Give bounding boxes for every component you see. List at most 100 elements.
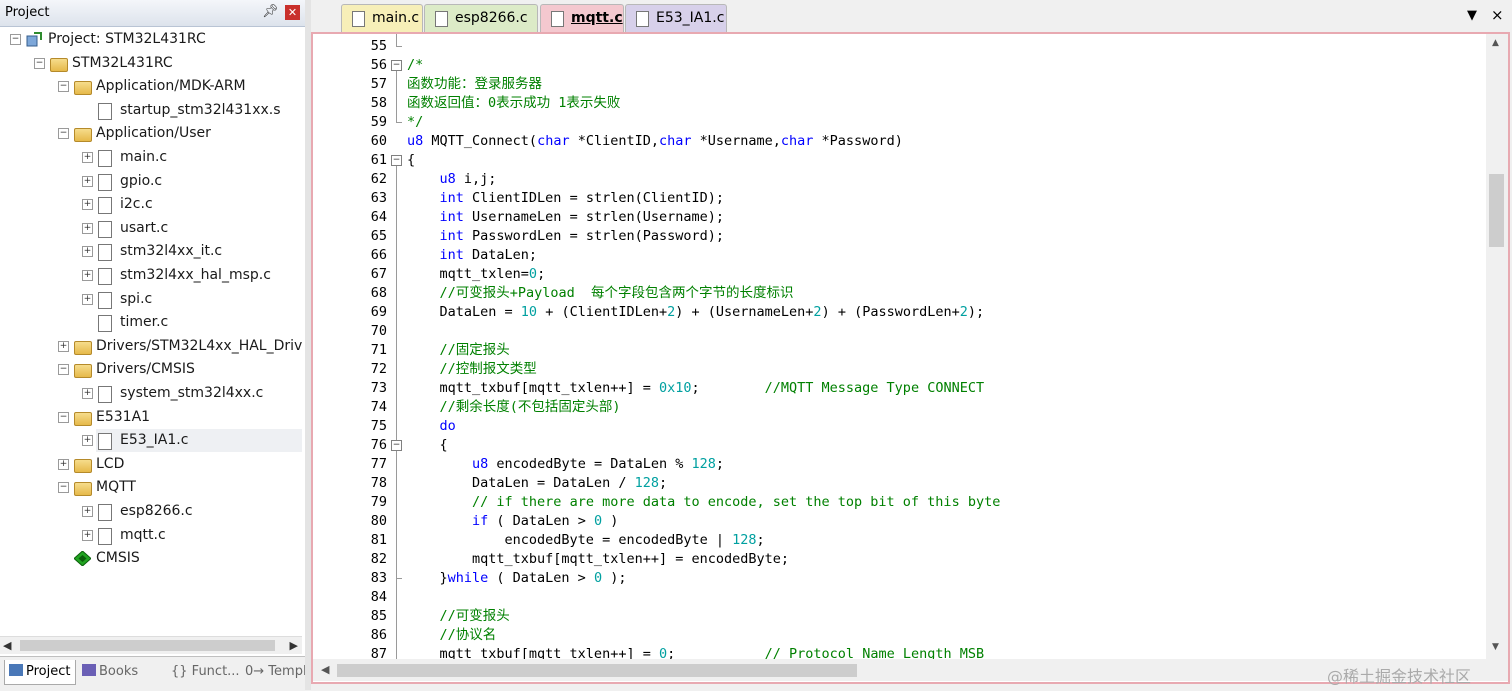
- editor-vertical-scrollbar[interactable]: ▲ ▼: [1486, 34, 1508, 659]
- code-line[interactable]: int DataLen;: [407, 246, 538, 265]
- expand-icon[interactable]: +: [82, 199, 93, 211]
- tab-e53-ia1-c[interactable]: E53_IA1.c: [625, 4, 727, 32]
- expand-icon[interactable]: +: [82, 435, 93, 447]
- code-line[interactable]: u8 MQTT_Connect(char *ClientID,char *Use…: [407, 132, 903, 151]
- expand-icon[interactable]: +: [58, 458, 69, 470]
- code-line[interactable]: {: [407, 151, 415, 170]
- tree-item-target[interactable]: − STM32L431RC: [0, 52, 302, 75]
- code-line[interactable]: //控制报文类型: [407, 360, 537, 379]
- collapse-icon[interactable]: −: [34, 57, 45, 69]
- fold-collapse-icon[interactable]: −: [391, 440, 402, 451]
- close-tab-icon[interactable]: ×: [1491, 6, 1504, 24]
- code-line[interactable]: //剩余长度(不包括固定头部): [407, 398, 621, 417]
- scrollbar-thumb[interactable]: [337, 664, 857, 677]
- tree-item-file[interactable]: timer.c: [0, 311, 302, 334]
- tree-item-file[interactable]: startup_stm32l431xx.s: [0, 99, 302, 122]
- code-line[interactable]: u8 encodedByte = DataLen % 128;: [407, 455, 724, 474]
- code-line[interactable]: /*: [407, 56, 423, 75]
- expand-icon[interactable]: +: [82, 222, 93, 234]
- expand-icon[interactable]: +: [82, 246, 93, 258]
- code-line[interactable]: //协议名: [407, 626, 497, 645]
- code-line[interactable]: 函数返回值：0表示成功 1表示失败: [407, 94, 620, 113]
- code-line[interactable]: //固定报头: [407, 341, 510, 360]
- tree-item-file[interactable]: + mqtt.c: [0, 524, 302, 547]
- pane-tab-books[interactable]: Books: [78, 660, 146, 684]
- collapse-icon[interactable]: −: [58, 411, 69, 423]
- code-line[interactable]: DataLen = 10 + (ClientIDLen+2) + (Userna…: [407, 303, 985, 322]
- tab-mqtt-c[interactable]: mqtt.c: [540, 4, 624, 32]
- collapse-icon[interactable]: −: [58, 81, 69, 93]
- pin-icon[interactable]: 📌︎: [262, 4, 279, 19]
- code-line[interactable]: do: [407, 417, 456, 436]
- code-line[interactable]: */: [407, 113, 423, 132]
- tree-item-project[interactable]: − Project: STM32L431RC: [0, 28, 302, 51]
- collapse-icon[interactable]: −: [10, 34, 21, 45]
- tab-main-c[interactable]: main.c: [341, 4, 423, 32]
- code-line[interactable]: DataLen = DataLen / 128;: [407, 474, 667, 493]
- tab-list-dropdown-icon[interactable]: ▼: [1467, 8, 1477, 23]
- code-line[interactable]: mqtt_txbuf[mqtt_txlen++] = 0; // Protoco…: [407, 645, 985, 659]
- code-line[interactable]: if ( DataLen > 0 ): [407, 512, 618, 531]
- expand-icon[interactable]: +: [82, 293, 93, 305]
- tree-item-component[interactable]: CMSIS: [0, 547, 302, 570]
- tree-item-folder[interactable]: − Application/User: [0, 122, 302, 145]
- scrollbar-thumb[interactable]: [20, 640, 275, 651]
- tree-item-file[interactable]: + main.c: [0, 146, 302, 169]
- expand-icon[interactable]: +: [82, 506, 93, 517]
- scroll-up-icon[interactable]: ▲: [1492, 38, 1499, 48]
- tree-item-folder[interactable]: − E531A1: [0, 406, 302, 429]
- tree-item-folder[interactable]: + Drivers/STM32L4xx_HAL_Driver: [0, 335, 302, 358]
- scroll-left-icon[interactable]: ◀: [321, 663, 329, 676]
- code-line[interactable]: mqtt_txbuf[mqtt_txlen++] = 0x10; //MQTT …: [407, 379, 985, 398]
- expand-icon[interactable]: +: [58, 340, 69, 352]
- code-line[interactable]: {: [407, 436, 448, 455]
- tree-item-folder[interactable]: − Application/MDK-ARM: [0, 75, 302, 98]
- tree-item-file[interactable]: + E53_IA1.c: [82, 429, 302, 453]
- tree-item-file[interactable]: + esp8266.c: [0, 500, 302, 523]
- code-line[interactable]: // if there are more data to encode, set…: [407, 493, 1000, 512]
- tree-item-folder[interactable]: − MQTT: [0, 476, 302, 499]
- collapse-icon[interactable]: −: [58, 128, 69, 140]
- scroll-left-icon[interactable]: ◀: [3, 639, 11, 652]
- code-line[interactable]: u8 i,j;: [407, 170, 497, 189]
- tree-item-folder[interactable]: + LCD: [0, 453, 302, 476]
- tree-item-file[interactable]: + spi.c: [0, 288, 302, 311]
- fold-collapse-icon[interactable]: −: [391, 60, 402, 71]
- expand-icon[interactable]: +: [82, 270, 93, 281]
- code-line[interactable]: 函数功能：登录服务器: [407, 75, 542, 94]
- project-tree-horizontal-scrollbar[interactable]: ◀ ▶: [0, 636, 302, 654]
- collapse-icon[interactable]: −: [58, 482, 69, 494]
- code-line[interactable]: }while ( DataLen > 0 );: [407, 569, 627, 588]
- pane-tab-functions[interactable]: {} Funct...: [150, 660, 240, 684]
- expand-icon[interactable]: +: [82, 529, 93, 541]
- scroll-right-icon[interactable]: ▶: [290, 639, 298, 652]
- tree-item-file[interactable]: + stm32l4xx_hal_msp.c: [0, 264, 302, 287]
- tree-item-file[interactable]: + gpio.c: [0, 170, 302, 193]
- expand-icon[interactable]: +: [82, 388, 93, 399]
- code-line[interactable]: int UsernameLen = strlen(Username);: [407, 208, 724, 227]
- scrollbar-thumb[interactable]: [1489, 174, 1504, 247]
- code-line[interactable]: //可变报头+Payload 每个字段包含两个字节的长度标识: [407, 284, 794, 303]
- code-line[interactable]: int PasswordLen = strlen(Password);: [407, 227, 724, 246]
- close-icon[interactable]: ✕: [285, 5, 300, 20]
- tree-item-file[interactable]: + system_stm32l4xx.c: [0, 382, 302, 405]
- tree-item-file[interactable]: + usart.c: [0, 217, 302, 240]
- code-line[interactable]: mqtt_txbuf[mqtt_txlen++] = encodedByte;: [407, 550, 789, 569]
- fold-collapse-icon[interactable]: −: [391, 155, 402, 166]
- code-line[interactable]: mqtt_txlen=0;: [407, 265, 546, 284]
- expand-icon[interactable]: +: [82, 175, 93, 187]
- collapse-icon[interactable]: −: [58, 364, 69, 376]
- code-line[interactable]: encodedByte = encodedByte | 128;: [407, 531, 765, 550]
- pane-tab-project[interactable]: Project: [4, 660, 76, 685]
- tree-item-folder[interactable]: − Drivers/CMSIS: [0, 358, 302, 381]
- scroll-down-icon[interactable]: ▼: [1492, 642, 1499, 652]
- tree-item-file[interactable]: + i2c.c: [0, 193, 302, 216]
- code-line[interactable]: int ClientIDLen = strlen(ClientID);: [407, 189, 724, 208]
- pane-tab-templates[interactable]: 0→ Templ...: [224, 660, 319, 684]
- editor-horizontal-scrollbar[interactable]: ◀ @稀土掘金技术社区: [313, 659, 1508, 686]
- tab-esp8266-c[interactable]: esp8266.c: [424, 4, 538, 32]
- tree-item-file[interactable]: + stm32l4xx_it.c: [0, 240, 302, 263]
- code-line[interactable]: //可变报头: [407, 607, 510, 626]
- expand-icon[interactable]: +: [82, 152, 93, 163]
- code-text-area[interactable]: /* 函数功能：登录服务器 函数返回值：0表示成功 1表示失败 */ u8 MQTT_C…: [407, 34, 1485, 659]
